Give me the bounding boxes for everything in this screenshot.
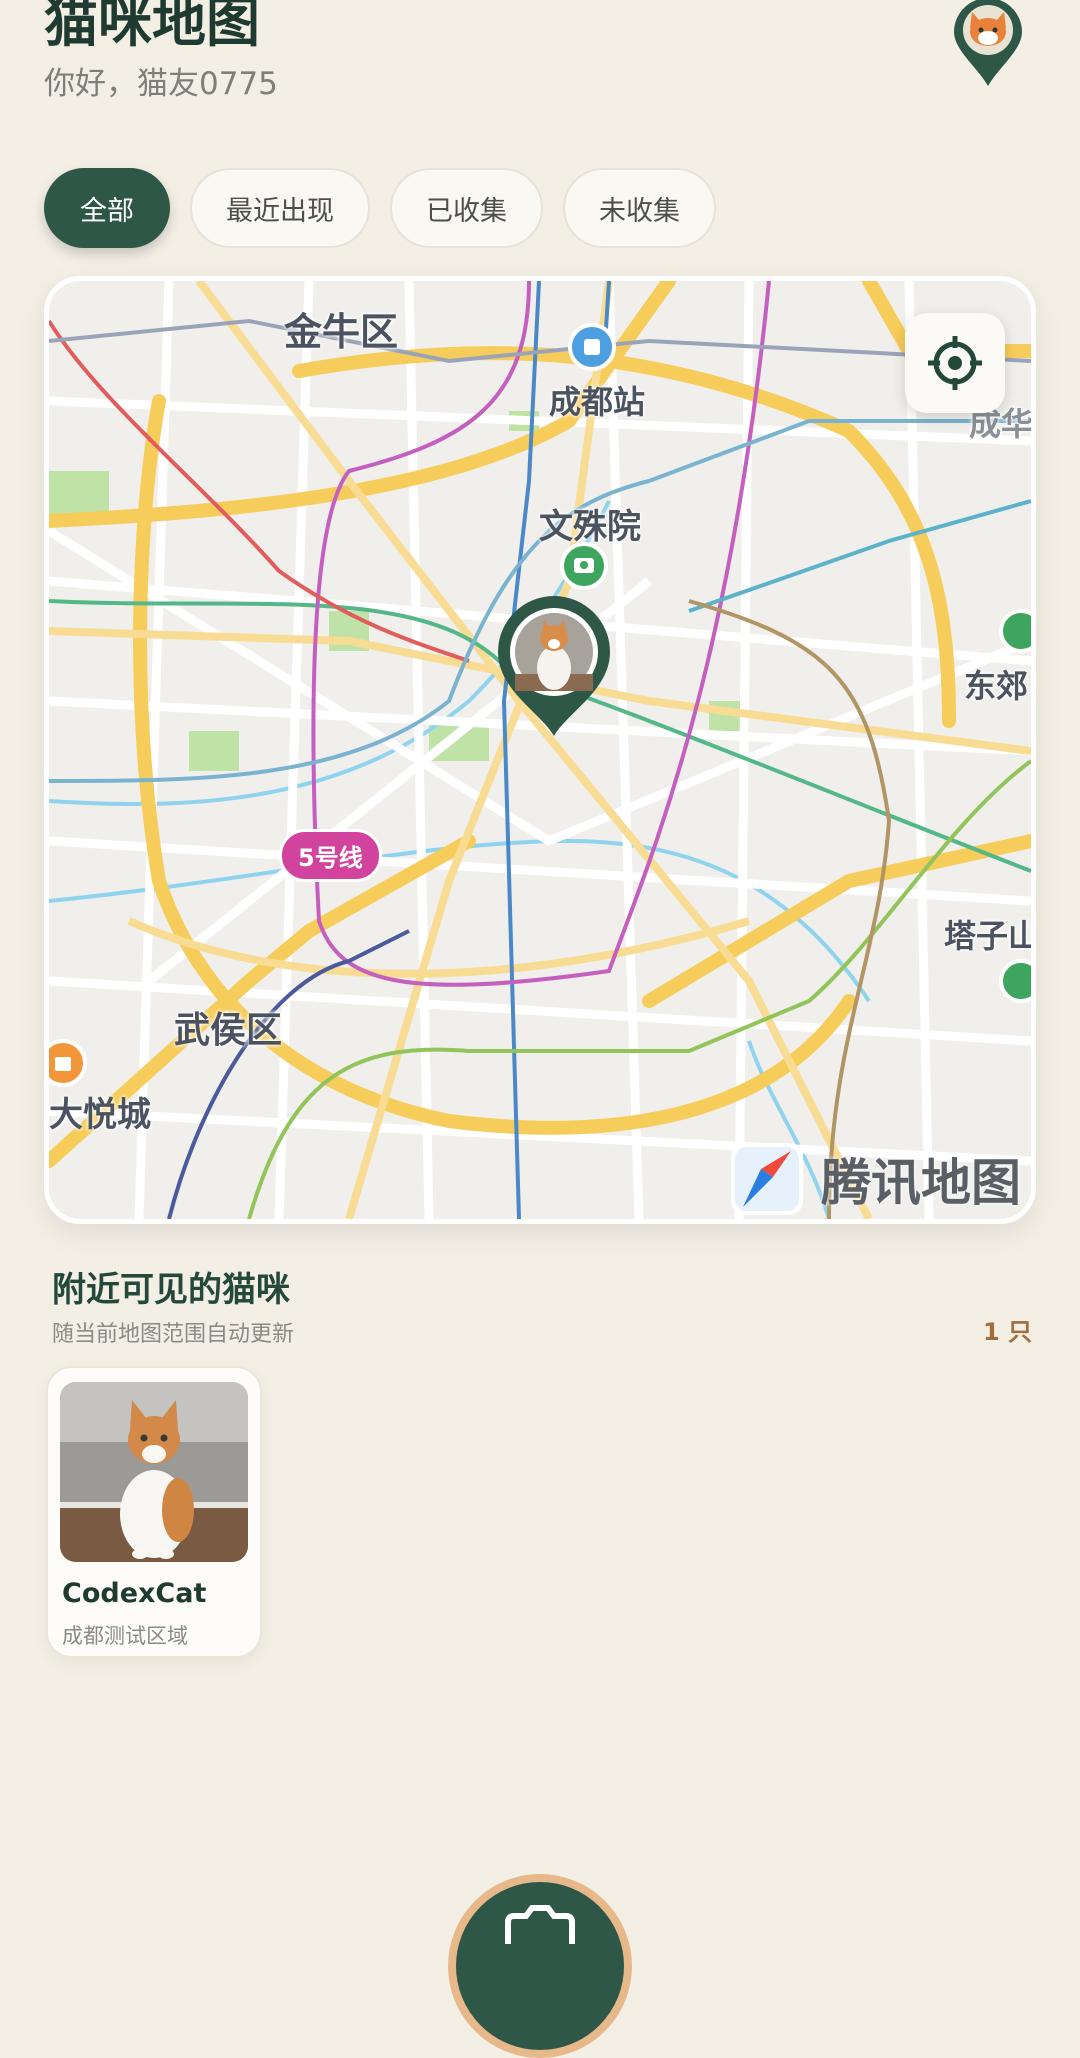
cat-name: CodexCat <box>62 1578 207 1609</box>
nearby-title: 附近可见的猫咪 <box>52 1270 290 1310</box>
station-icon <box>568 323 616 371</box>
map-label-dayuecheng: 大悦城 <box>49 1095 151 1135</box>
map-label-wuhou: 武侯区 <box>174 1010 283 1051</box>
metro-line-badge: 5号线 <box>279 829 382 882</box>
locate-button[interactable] <box>905 313 1005 413</box>
filter-uncollected[interactable]: 未收集 <box>563 168 716 248</box>
cat-area: 成都测试区域 <box>62 1624 188 1648</box>
greeting-text: 你好，猫友0775 <box>44 66 278 102</box>
cat-card[interactable]: CodexCat 成都测试区域 <box>46 1366 262 1658</box>
map-label-tazishan: 塔子山 <box>944 917 1036 955</box>
camera-button[interactable] <box>448 1874 632 2058</box>
map-view[interactable]: 金牛区 成都站 文殊院 东郊 塔子山 武侯区 大悦城 成华 5号线 腾讯地图 <box>44 276 1036 1224</box>
map-brand: 腾讯地图 <box>729 1141 1021 1217</box>
camera-icon <box>505 1905 575 1944</box>
page-title: 猫咪地图 <box>44 0 260 54</box>
crosshair-icon <box>928 336 982 390</box>
map-label-jinniu: 金牛区 <box>284 310 399 354</box>
cat-photo <box>60 1382 248 1562</box>
cat-location-marker[interactable] <box>492 594 616 739</box>
scenic-camera-icon <box>560 542 608 590</box>
map-label-dongjiao: 东郊 <box>964 667 1029 705</box>
map-base <box>49 281 1031 1219</box>
cat-pin-logo-icon[interactable] <box>950 0 1026 88</box>
map-brand-text: 腾讯地图 <box>821 1154 1021 1212</box>
filter-tabs: 全部 最近出现 已收集 未收集 <box>44 168 716 248</box>
nearby-count: 1 只 <box>982 1318 1032 1346</box>
nearby-subtitle: 随当前地图范围自动更新 <box>52 1322 295 1347</box>
shopping-icon <box>49 1039 87 1087</box>
compass-logo-icon <box>731 1143 803 1215</box>
filter-collected[interactable]: 已收集 <box>390 168 543 248</box>
filter-all[interactable]: 全部 <box>44 168 170 248</box>
map-label-chengdu-station: 成都站 <box>549 383 646 421</box>
map-label-wenshuyuan: 文殊院 <box>539 507 641 547</box>
filter-recent[interactable]: 最近出现 <box>190 168 370 248</box>
